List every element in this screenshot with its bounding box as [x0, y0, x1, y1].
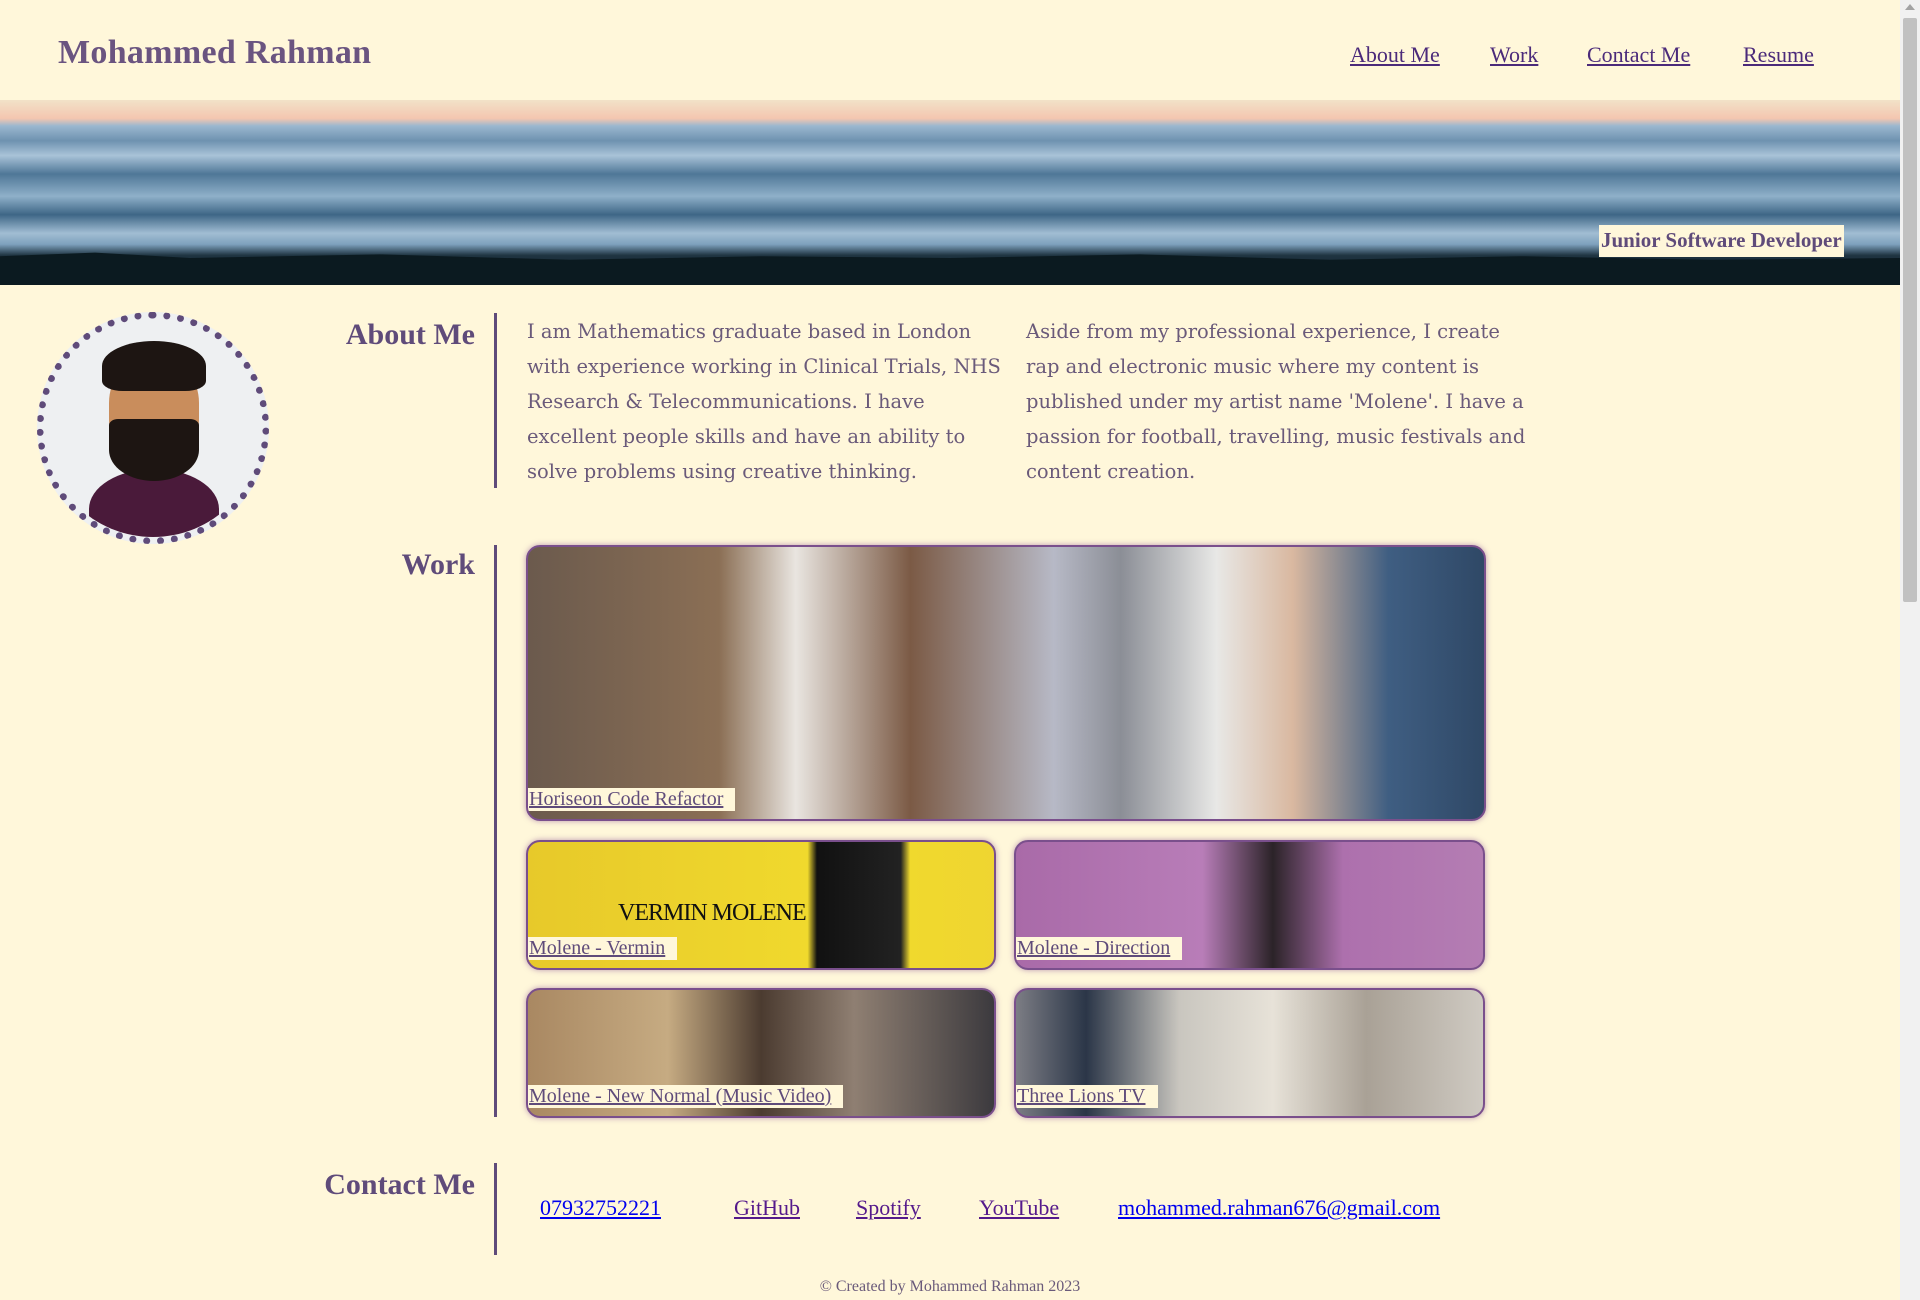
- contact-heading: Contact Me: [324, 1168, 475, 1201]
- project-card-horiseon[interactable]: Horiseon Code Refactor: [526, 545, 1486, 821]
- nav-contact-me[interactable]: Contact Me: [1587, 42, 1690, 68]
- footer-copyright: © Created by Mohammed Rahman 2023: [819, 1278, 1081, 1295]
- scroll-up-arrow-icon[interactable]: [1905, 4, 1915, 10]
- contact-divider: [494, 1163, 497, 1255]
- work-heading: Work: [401, 548, 475, 581]
- project-card-vermin[interactable]: VERMIN MOLENE Molene - Vermin: [526, 840, 996, 970]
- project-link[interactable]: Three Lions TV: [1016, 1085, 1158, 1108]
- about-divider: [494, 313, 497, 488]
- nav-about-me[interactable]: About Me: [1350, 42, 1440, 68]
- youtube-link[interactable]: YouTube: [979, 1195, 1059, 1221]
- about-heading: About Me: [345, 318, 475, 351]
- project-link[interactable]: Horiseon Code Refactor: [528, 788, 736, 811]
- site-header: Mohammed Rahman About Me Work Contact Me…: [0, 0, 1900, 100]
- hero-banner-image: [0, 100, 1900, 285]
- avatar-beard: [109, 419, 199, 481]
- about-paragraph-2: Aside from my professional experience, I…: [1026, 320, 1526, 483]
- avatar: [37, 312, 269, 544]
- project-card-direction[interactable]: Molene - Direction: [1014, 840, 1485, 970]
- project-card-new-normal[interactable]: Molene - New Normal (Music Video): [526, 988, 996, 1118]
- avatar-hair: [102, 341, 206, 391]
- project-link[interactable]: Molene - Direction: [1016, 937, 1183, 960]
- site-title: Mohammed Rahman: [58, 34, 372, 71]
- scrollbar[interactable]: [1900, 0, 1920, 1300]
- about-paragraph-1: I am Mathematics graduate based in Londo…: [527, 320, 1001, 483]
- job-title-badge: Junior Software Developer: [1599, 225, 1844, 257]
- github-link[interactable]: GitHub: [734, 1195, 800, 1221]
- phone-link[interactable]: 07932752221: [540, 1195, 661, 1221]
- album-art-text: VERMIN MOLENE: [618, 900, 807, 926]
- nav-resume[interactable]: Resume: [1743, 42, 1814, 68]
- project-link[interactable]: Molene - Vermin: [528, 937, 678, 960]
- spotify-link[interactable]: Spotify: [856, 1195, 921, 1221]
- email-link[interactable]: mohammed.rahman676@gmail.com: [1118, 1195, 1440, 1221]
- nav-work[interactable]: Work: [1490, 42, 1538, 68]
- work-divider: [494, 545, 497, 1117]
- scrollbar-thumb[interactable]: [1903, 18, 1917, 602]
- project-card-three-lions[interactable]: Three Lions TV: [1014, 988, 1485, 1118]
- project-link[interactable]: Molene - New Normal (Music Video): [528, 1085, 844, 1108]
